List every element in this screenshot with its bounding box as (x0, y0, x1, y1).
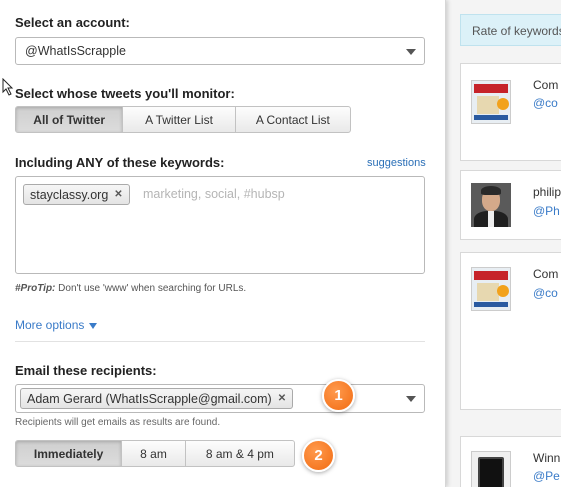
tweet-author-name: philip (533, 185, 561, 199)
frequency-option-8am[interactable]: 8 am (122, 441, 186, 466)
monitor-source-toggle: All of Twitter A Twitter List A Contact … (15, 106, 351, 133)
rate-of-keywords-header: Rate of keywords (460, 14, 561, 46)
remove-recipient-icon[interactable]: ✕ (278, 393, 286, 404)
callout-badge-1: 1 (322, 379, 355, 412)
tweet-author-handle[interactable]: @co (533, 96, 558, 110)
keyword-tag-label: stayclassy.org (30, 187, 109, 202)
tweet-author-handle[interactable]: @Pe (533, 469, 560, 483)
mouse-cursor-icon (2, 78, 14, 96)
tweet-author-handle[interactable]: @Ph (533, 204, 560, 218)
frequency-option-immediately[interactable]: Immediately (16, 441, 123, 466)
account-select-value: @WhatIsScrapple (25, 44, 126, 58)
recipients-input[interactable]: Adam Gerard (WhatIsScrapple@gmail.com) ✕ (15, 384, 425, 413)
tweet-card[interactable]: Com @co (460, 252, 561, 410)
recipients-helper-text: Recipients will get emails as results ar… (15, 417, 221, 428)
chevron-down-icon (406, 49, 416, 55)
tweet-card[interactable]: Com @co (460, 63, 561, 161)
recipient-tag-label: Adam Gerard (WhatIsScrapple@gmail.com) (27, 391, 272, 406)
tweet-card[interactable]: Winn @Pe (460, 436, 561, 487)
chevron-down-icon[interactable] (406, 396, 416, 402)
keywords-input[interactable]: stayclassy.org ✕ marketing, social, #hub… (15, 176, 425, 274)
monitor-option-contact-list[interactable]: A Contact List (236, 107, 350, 132)
monitor-option-all-twitter[interactable]: All of Twitter (16, 107, 124, 132)
tweet-author-handle[interactable]: @co (533, 286, 558, 300)
more-options-link[interactable]: More options (15, 318, 98, 332)
monitor-settings-panel: Select an account: @WhatIsScrapple Selec… (0, 0, 446, 487)
tweet-avatar (471, 80, 511, 124)
suggestions-link[interactable]: suggestions (367, 157, 426, 169)
keywords-placeholder: marketing, social, #hubsp (143, 187, 285, 201)
protip-body: Don't use 'www' when searching for URLs. (55, 283, 247, 294)
monitor-label: Select whose tweets you'll monitor: (15, 86, 235, 101)
tweet-avatar (471, 267, 511, 311)
keyword-tag: stayclassy.org ✕ (23, 184, 130, 205)
triangle-down-icon (89, 322, 98, 329)
remove-tag-icon[interactable]: ✕ (114, 189, 122, 200)
account-select[interactable]: @WhatIsScrapple (15, 37, 425, 65)
keywords-label: Including ANY of these keywords: (15, 155, 225, 170)
tweet-author-name: Winn (533, 451, 561, 465)
tweet-author-name: Com (533, 267, 559, 281)
more-options-label: More options (15, 318, 85, 332)
tweet-card[interactable]: philip @Ph (460, 170, 561, 240)
section-divider (15, 341, 425, 342)
tweet-author-name: Com (533, 78, 559, 92)
tweet-avatar (471, 183, 511, 227)
frequency-toggle: Immediately 8 am 8 am & 4 pm (15, 440, 295, 467)
tweet-avatar (471, 451, 511, 487)
frequency-option-8am-4pm[interactable]: 8 am & 4 pm (186, 441, 294, 466)
recipients-label: Email these recipients: (15, 363, 157, 378)
recipient-tag: Adam Gerard (WhatIsScrapple@gmail.com) ✕ (20, 388, 294, 409)
callout-badge-2: 2 (302, 439, 335, 472)
protip-prefix: #ProTip: (15, 283, 56, 294)
account-label: Select an account: (15, 15, 130, 30)
protip-text: #ProTip: Don't use 'www' when searching … (15, 283, 246, 294)
monitor-option-twitter-list[interactable]: A Twitter List (123, 107, 236, 132)
